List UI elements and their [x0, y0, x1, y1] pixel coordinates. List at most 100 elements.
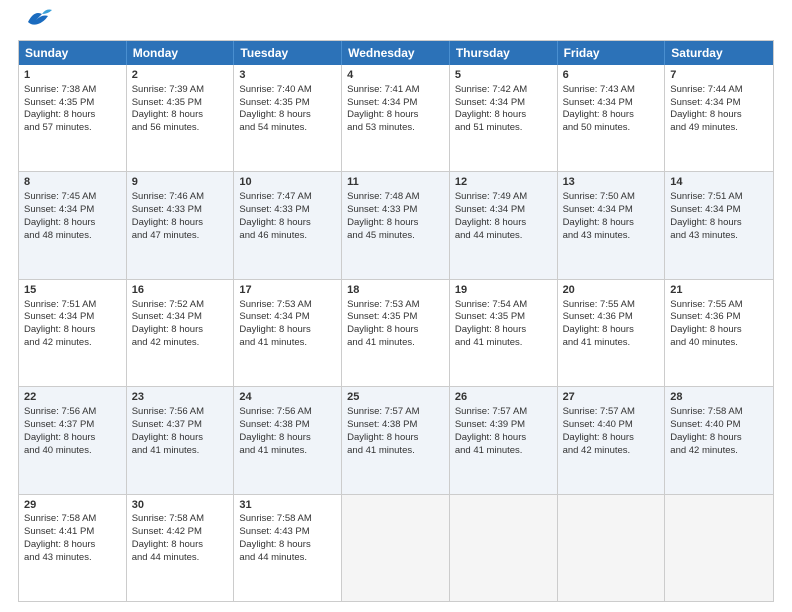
calendar-day-31: 31Sunrise: 7:58 AM Sunset: 4:43 PM Dayli…: [234, 495, 342, 601]
day-number: 28: [670, 390, 768, 405]
day-number: 26: [455, 390, 552, 405]
day-info: Sunrise: 7:39 AM Sunset: 4:35 PM Dayligh…: [132, 84, 204, 133]
day-info: Sunrise: 7:58 AM Sunset: 4:40 PM Dayligh…: [670, 406, 742, 455]
calendar-day-13: 13Sunrise: 7:50 AM Sunset: 4:34 PM Dayli…: [558, 172, 666, 278]
day-number: 24: [239, 390, 336, 405]
calendar-day-28: 28Sunrise: 7:58 AM Sunset: 4:40 PM Dayli…: [665, 387, 773, 493]
calendar-empty-cell: [558, 495, 666, 601]
day-info: Sunrise: 7:58 AM Sunset: 4:43 PM Dayligh…: [239, 513, 311, 562]
day-info: Sunrise: 7:44 AM Sunset: 4:34 PM Dayligh…: [670, 84, 742, 133]
day-info: Sunrise: 7:48 AM Sunset: 4:33 PM Dayligh…: [347, 191, 419, 240]
day-info: Sunrise: 7:58 AM Sunset: 4:42 PM Dayligh…: [132, 513, 204, 562]
day-number: 16: [132, 283, 229, 298]
day-number: 2: [132, 68, 229, 83]
day-number: 27: [563, 390, 660, 405]
day-number: 8: [24, 175, 121, 190]
calendar-day-16: 16Sunrise: 7:52 AM Sunset: 4:34 PM Dayli…: [127, 280, 235, 386]
day-info: Sunrise: 7:56 AM Sunset: 4:37 PM Dayligh…: [24, 406, 96, 455]
calendar-day-29: 29Sunrise: 7:58 AM Sunset: 4:41 PM Dayli…: [19, 495, 127, 601]
calendar-day-23: 23Sunrise: 7:56 AM Sunset: 4:37 PM Dayli…: [127, 387, 235, 493]
calendar-week-4: 22Sunrise: 7:56 AM Sunset: 4:37 PM Dayli…: [19, 386, 773, 493]
calendar-day-12: 12Sunrise: 7:49 AM Sunset: 4:34 PM Dayli…: [450, 172, 558, 278]
calendar-week-3: 15Sunrise: 7:51 AM Sunset: 4:34 PM Dayli…: [19, 279, 773, 386]
calendar-empty-cell: [342, 495, 450, 601]
day-info: Sunrise: 7:43 AM Sunset: 4:34 PM Dayligh…: [563, 84, 635, 133]
calendar-day-5: 5Sunrise: 7:42 AM Sunset: 4:34 PM Daylig…: [450, 65, 558, 171]
day-number: 31: [239, 498, 336, 513]
day-number: 15: [24, 283, 121, 298]
day-number: 20: [563, 283, 660, 298]
calendar: SundayMondayTuesdayWednesdayThursdayFrid…: [18, 40, 774, 602]
day-number: 23: [132, 390, 229, 405]
day-number: 9: [132, 175, 229, 190]
day-number: 25: [347, 390, 444, 405]
calendar-day-22: 22Sunrise: 7:56 AM Sunset: 4:37 PM Dayli…: [19, 387, 127, 493]
day-info: Sunrise: 7:50 AM Sunset: 4:34 PM Dayligh…: [563, 191, 635, 240]
day-number: 3: [239, 68, 336, 83]
day-info: Sunrise: 7:38 AM Sunset: 4:35 PM Dayligh…: [24, 84, 96, 133]
calendar-week-5: 29Sunrise: 7:58 AM Sunset: 4:41 PM Dayli…: [19, 494, 773, 601]
day-info: Sunrise: 7:46 AM Sunset: 4:33 PM Dayligh…: [132, 191, 204, 240]
day-number: 30: [132, 498, 229, 513]
day-header-friday: Friday: [558, 41, 666, 65]
day-header-wednesday: Wednesday: [342, 41, 450, 65]
calendar-day-25: 25Sunrise: 7:57 AM Sunset: 4:38 PM Dayli…: [342, 387, 450, 493]
day-number: 11: [347, 175, 444, 190]
day-info: Sunrise: 7:56 AM Sunset: 4:38 PM Dayligh…: [239, 406, 311, 455]
day-info: Sunrise: 7:53 AM Sunset: 4:35 PM Dayligh…: [347, 299, 419, 348]
calendar-day-30: 30Sunrise: 7:58 AM Sunset: 4:42 PM Dayli…: [127, 495, 235, 601]
calendar-body: 1Sunrise: 7:38 AM Sunset: 4:35 PM Daylig…: [19, 65, 773, 601]
calendar-day-19: 19Sunrise: 7:54 AM Sunset: 4:35 PM Dayli…: [450, 280, 558, 386]
day-info: Sunrise: 7:52 AM Sunset: 4:34 PM Dayligh…: [132, 299, 204, 348]
day-info: Sunrise: 7:42 AM Sunset: 4:34 PM Dayligh…: [455, 84, 527, 133]
calendar-week-1: 1Sunrise: 7:38 AM Sunset: 4:35 PM Daylig…: [19, 65, 773, 171]
day-info: Sunrise: 7:51 AM Sunset: 4:34 PM Dayligh…: [670, 191, 742, 240]
day-info: Sunrise: 7:53 AM Sunset: 4:34 PM Dayligh…: [239, 299, 311, 348]
logo: [18, 16, 52, 30]
day-number: 5: [455, 68, 552, 83]
calendar-empty-cell: [665, 495, 773, 601]
day-info: Sunrise: 7:41 AM Sunset: 4:34 PM Dayligh…: [347, 84, 419, 133]
calendar-day-14: 14Sunrise: 7:51 AM Sunset: 4:34 PM Dayli…: [665, 172, 773, 278]
day-number: 22: [24, 390, 121, 405]
calendar-day-18: 18Sunrise: 7:53 AM Sunset: 4:35 PM Dayli…: [342, 280, 450, 386]
calendar-day-6: 6Sunrise: 7:43 AM Sunset: 4:34 PM Daylig…: [558, 65, 666, 171]
calendar-day-9: 9Sunrise: 7:46 AM Sunset: 4:33 PM Daylig…: [127, 172, 235, 278]
calendar-day-2: 2Sunrise: 7:39 AM Sunset: 4:35 PM Daylig…: [127, 65, 235, 171]
day-number: 6: [563, 68, 660, 83]
calendar-day-20: 20Sunrise: 7:55 AM Sunset: 4:36 PM Dayli…: [558, 280, 666, 386]
day-number: 29: [24, 498, 121, 513]
day-header-tuesday: Tuesday: [234, 41, 342, 65]
calendar-day-3: 3Sunrise: 7:40 AM Sunset: 4:35 PM Daylig…: [234, 65, 342, 171]
calendar-day-21: 21Sunrise: 7:55 AM Sunset: 4:36 PM Dayli…: [665, 280, 773, 386]
calendar-day-15: 15Sunrise: 7:51 AM Sunset: 4:34 PM Dayli…: [19, 280, 127, 386]
day-number: 19: [455, 283, 552, 298]
day-header-thursday: Thursday: [450, 41, 558, 65]
day-number: 18: [347, 283, 444, 298]
day-header-monday: Monday: [127, 41, 235, 65]
calendar-day-1: 1Sunrise: 7:38 AM Sunset: 4:35 PM Daylig…: [19, 65, 127, 171]
day-info: Sunrise: 7:54 AM Sunset: 4:35 PM Dayligh…: [455, 299, 527, 348]
day-number: 21: [670, 283, 768, 298]
day-header-sunday: Sunday: [19, 41, 127, 65]
calendar-day-11: 11Sunrise: 7:48 AM Sunset: 4:33 PM Dayli…: [342, 172, 450, 278]
calendar-week-2: 8Sunrise: 7:45 AM Sunset: 4:34 PM Daylig…: [19, 171, 773, 278]
day-info: Sunrise: 7:58 AM Sunset: 4:41 PM Dayligh…: [24, 513, 96, 562]
day-info: Sunrise: 7:40 AM Sunset: 4:35 PM Dayligh…: [239, 84, 311, 133]
day-number: 17: [239, 283, 336, 298]
calendar-empty-cell: [450, 495, 558, 601]
page: SundayMondayTuesdayWednesdayThursdayFrid…: [0, 0, 792, 612]
day-number: 7: [670, 68, 768, 83]
calendar-day-10: 10Sunrise: 7:47 AM Sunset: 4:33 PM Dayli…: [234, 172, 342, 278]
header: [18, 16, 774, 30]
day-info: Sunrise: 7:57 AM Sunset: 4:38 PM Dayligh…: [347, 406, 419, 455]
day-number: 10: [239, 175, 336, 190]
calendar-day-24: 24Sunrise: 7:56 AM Sunset: 4:38 PM Dayli…: [234, 387, 342, 493]
calendar-day-7: 7Sunrise: 7:44 AM Sunset: 4:34 PM Daylig…: [665, 65, 773, 171]
day-info: Sunrise: 7:57 AM Sunset: 4:40 PM Dayligh…: [563, 406, 635, 455]
calendar-header: SundayMondayTuesdayWednesdayThursdayFrid…: [19, 41, 773, 65]
calendar-day-8: 8Sunrise: 7:45 AM Sunset: 4:34 PM Daylig…: [19, 172, 127, 278]
day-number: 13: [563, 175, 660, 190]
calendar-day-26: 26Sunrise: 7:57 AM Sunset: 4:39 PM Dayli…: [450, 387, 558, 493]
calendar-day-27: 27Sunrise: 7:57 AM Sunset: 4:40 PM Dayli…: [558, 387, 666, 493]
